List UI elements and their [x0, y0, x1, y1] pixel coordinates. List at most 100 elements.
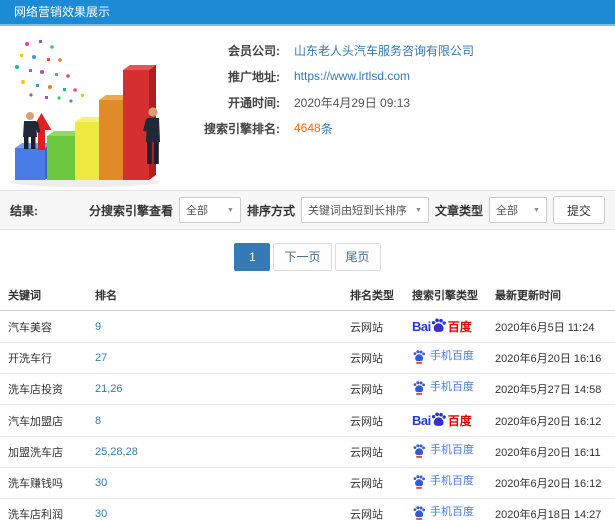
rank-count-label: 搜索引擎排名:	[204, 121, 280, 136]
mobile-baidu-paw-icon	[413, 350, 425, 364]
baidu-logo-bai-text: Bai	[412, 413, 431, 428]
member-company-link[interactable]: 山东老人头汽车服务咨询有限公司	[294, 42, 474, 59]
rank-link[interactable]: 21,26	[95, 383, 123, 395]
filter-controls: 分搜索引擎查看 全部 ▼ 排序方式 关键词由短到长排序 ▼ 文章类型 全部 ▼ …	[89, 196, 605, 224]
updated-cell: 2020年6月18日 14:27	[487, 498, 615, 520]
rank-link[interactable]: 25,28,28	[95, 446, 138, 458]
mobile-baidu-logo: 手机百度	[412, 380, 474, 395]
rank-link[interactable]: 8	[95, 415, 101, 427]
mobile-baidu-paw-icon	[413, 444, 425, 458]
mobile-baidu-text: 手机百度	[430, 444, 474, 456]
baidu-paw-icon: du	[431, 318, 446, 332]
rank-type-cell: 云网站	[342, 436, 404, 468]
keyword-cell: 洗车赚钱吗	[0, 467, 87, 499]
promo-url-row: 推广地址: https://www.lrtlsd.com	[172, 68, 474, 84]
mobile-baidu-paw-icon	[413, 381, 425, 395]
rank-count-row: 搜索引擎排名: 4648 条	[172, 120, 474, 136]
rank-cell: 8	[87, 404, 342, 437]
col-updated: 最新更新时间	[487, 280, 615, 311]
rank-cell: 25,28,28	[87, 436, 342, 468]
rank-count-unit: 条	[320, 121, 333, 136]
table-row: 洗车店投资 21,26 云网站 手机百度 2020年5月27日 14:58	[0, 373, 615, 405]
rank-link[interactable]: 9	[95, 321, 101, 333]
sort-filter-label: 排序方式	[246, 203, 295, 218]
page: 网络营销效果展示 会员公司: 山东老人头汽车服务咨询有限公司 推广地址: htt…	[0, 0, 615, 520]
result-label: 结果:	[10, 203, 38, 218]
rank-link[interactable]: 30	[95, 477, 107, 489]
updated-cell: 2020年6月20日 16:11	[487, 436, 615, 468]
baidu-logo: Bai du 百度	[412, 317, 472, 336]
engine-cell: Bai du 百度	[404, 310, 487, 343]
mobile-baidu-paw-icon	[413, 506, 425, 520]
engine-select[interactable]: 全部 ▼	[178, 197, 241, 223]
col-rank: 排名	[87, 280, 342, 311]
mobile-baidu-logo: 手机百度	[412, 474, 474, 489]
page-1-button[interactable]: 1	[234, 243, 271, 271]
next-page-button[interactable]: 下一页	[273, 243, 332, 271]
engine-cell: 手机百度	[404, 373, 487, 405]
mobile-baidu-text: 手机百度	[430, 350, 474, 362]
rank-type-cell: 云网站	[342, 310, 404, 343]
updated-cell: 2020年6月20日 16:12	[487, 467, 615, 499]
keywords-table: 关键词 排名 排名类型 搜索引擎类型 最新更新时间 汽车美容 9 云网站 Bai…	[0, 280, 615, 520]
col-keyword: 关键词	[0, 280, 87, 311]
engine-cell: 手机百度	[404, 498, 487, 520]
mobile-baidu-text: 手机百度	[430, 475, 474, 487]
table-row: 洗车店利润 30 云网站 手机百度 2020年6月18日 14:27	[0, 498, 615, 520]
panel-header: 网络营销效果展示	[0, 0, 615, 26]
filter-bar: 结果: 分搜索引擎查看 全部 ▼ 排序方式 关键词由短到长排序 ▼ 文章类型 全…	[0, 190, 615, 230]
baidu-logo-bai-text: Bai	[412, 319, 431, 334]
table-header-row: 关键词 排名 排名类型 搜索引擎类型 最新更新时间	[0, 280, 615, 311]
keyword-cell: 开洗车行	[0, 342, 87, 374]
svg-text:du: du	[435, 420, 443, 426]
rank-link[interactable]: 30	[95, 508, 107, 520]
caret-down-icon: ▼	[533, 206, 540, 214]
engine-cell: 手机百度	[404, 342, 487, 374]
growth-chart-illustration	[0, 30, 172, 190]
updated-cell: 2020年6月5日 11:24	[487, 310, 615, 343]
rank-cell: 21,26	[87, 373, 342, 405]
engine-cell: 手机百度	[404, 436, 487, 468]
svg-text:du: du	[435, 326, 443, 332]
engine-cell: Bai du 百度	[404, 404, 487, 437]
article-type-select-value: 全部	[495, 205, 518, 217]
rank-type-cell: 云网站	[342, 467, 404, 499]
keyword-cell: 加盟洗车店	[0, 436, 87, 468]
rank-type-cell: 云网站	[342, 342, 404, 374]
submit-button[interactable]: 提交	[552, 196, 605, 224]
table-row: 加盟洗车店 25,28,28 云网站 手机百度 2020年6月20日 16:11	[0, 436, 615, 468]
rank-cell: 30	[87, 498, 342, 520]
promo-url-label: 推广地址:	[228, 69, 280, 84]
article-type-label: 文章类型	[434, 203, 483, 218]
promo-url-link[interactable]: https://www.lrtlsd.com	[294, 69, 410, 83]
engine-filter-label: 分搜索引擎查看	[88, 203, 173, 218]
rank-link[interactable]: 27	[95, 352, 107, 364]
col-engine-type: 搜索引擎类型	[404, 280, 487, 311]
engine-select-value: 全部	[185, 205, 208, 217]
page-title: 网络营销效果展示	[14, 5, 111, 19]
caret-down-icon: ▼	[227, 206, 234, 214]
pagination: 1 下一页 尾页	[0, 243, 615, 271]
member-company-row: 会员公司: 山东老人头汽车服务咨询有限公司	[172, 42, 474, 58]
table-row: 汽车加盟店 8 云网站 Bai du 百度 2020年6月20日 16:12	[0, 404, 615, 437]
sort-select[interactable]: 关键词由短到长排序 ▼	[300, 197, 429, 223]
company-info-list: 会员公司: 山东老人头汽车服务咨询有限公司 推广地址: https://www.…	[172, 30, 474, 190]
mobile-baidu-paw-icon	[413, 475, 425, 489]
table-body: 汽车美容 9 云网站 Bai du 百度 2020年6月5日 11:24 开洗车…	[0, 310, 615, 520]
rank-type-cell: 云网站	[342, 404, 404, 437]
baidu-paw-icon: du	[431, 412, 446, 426]
baidu-logo: Bai du 百度	[412, 411, 472, 430]
table-row: 洗车赚钱吗 30 云网站 手机百度 2020年6月20日 16:12	[0, 467, 615, 499]
mobile-baidu-text: 手机百度	[430, 506, 474, 518]
article-type-select[interactable]: 全部 ▼	[488, 197, 547, 223]
last-page-button[interactable]: 尾页	[334, 243, 381, 271]
growth-bars-image	[10, 40, 160, 187]
table-row: 开洗车行 27 云网站 手机百度 2020年6月20日 16:16	[0, 342, 615, 374]
mobile-baidu-logo: 手机百度	[412, 443, 474, 458]
updated-cell: 2020年6月20日 16:12	[487, 404, 615, 437]
rank-cell: 9	[87, 310, 342, 343]
rank-count-value: 4648	[294, 121, 321, 135]
confetti-dots	[15, 40, 84, 103]
updated-cell: 2020年6月20日 16:16	[487, 342, 615, 374]
rank-cell: 27	[87, 342, 342, 374]
